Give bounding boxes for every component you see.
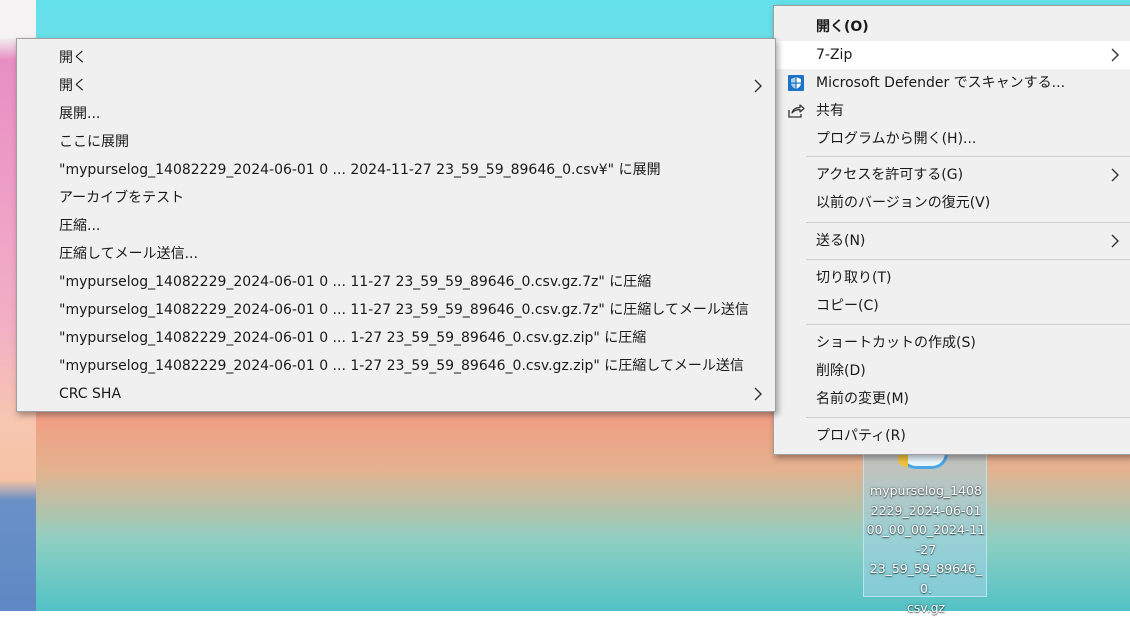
submenu-item-compress-zip-email[interactable]: "mypurselog_14082229_2024-06-01 0 ... 1-…	[17, 352, 775, 380]
menu-item-label: ショートカットの作成(S)	[816, 335, 976, 351]
file-label-line: 00_00_00_2024-11	[866, 522, 986, 537]
7zip-submenu: 開く 開く 展開... ここに展開 "mypurselog_14082229_2…	[16, 38, 776, 412]
menu-item-label: 切り取り(T)	[816, 270, 892, 286]
menu-item-label: "mypurselog_14082229_2024-06-01 0 ... 1-…	[59, 358, 744, 374]
menu-separator	[806, 417, 1130, 418]
chevron-right-icon	[751, 72, 765, 100]
menu-item-label: Microsoft Defender でスキャンする...	[816, 75, 1066, 91]
menu-item-7zip[interactable]: 7-Zip	[774, 41, 1130, 69]
archive-file-icon-accent	[898, 455, 908, 467]
menu-item-open[interactable]: 開く(O)	[774, 13, 1130, 41]
menu-item-label: 共有	[816, 103, 844, 119]
menu-item-properties[interactable]: プロパティ(R)	[774, 422, 1130, 450]
menu-item-label: 送る(N)	[816, 233, 866, 249]
menu-item-label: "mypurselog_14082229_2024-06-01 0 ... 11…	[59, 302, 749, 318]
menu-item-defender-scan[interactable]: Microsoft Defender でスキャンする...	[774, 69, 1130, 97]
submenu-item-compress-zip[interactable]: "mypurselog_14082229_2024-06-01 0 ... 1-…	[17, 324, 775, 352]
menu-item-label: 開く(O)	[816, 19, 869, 35]
chevron-right-icon	[1108, 161, 1122, 189]
menu-item-label: 展開...	[59, 106, 101, 122]
submenu-item-open[interactable]: 開く	[17, 44, 775, 72]
menu-separator	[806, 222, 1130, 223]
menu-item-label: 7-Zip	[816, 47, 853, 63]
menu-item-copy[interactable]: コピー(C)	[774, 292, 1130, 320]
menu-item-create-shortcut[interactable]: ショートカットの作成(S)	[774, 329, 1130, 357]
submenu-item-open-sub[interactable]: 開く	[17, 72, 775, 100]
menu-item-label: コピー(C)	[816, 298, 879, 314]
menu-item-label: "mypurselog_14082229_2024-06-01 0 ... 1-…	[59, 330, 647, 346]
context-menu: 開く(O) 7-Zip Microsoft Defender でスキャンする..…	[773, 5, 1130, 455]
share-icon	[787, 102, 805, 120]
submenu-item-crc-sha[interactable]: CRC SHA	[17, 380, 775, 408]
menu-item-label: 開く	[59, 78, 87, 94]
menu-item-share[interactable]: 共有	[774, 97, 1130, 125]
menu-item-label: "mypurselog_14082229_2024-06-01 0 ... 20…	[59, 162, 661, 178]
menu-separator	[806, 324, 1130, 325]
menu-separator	[806, 259, 1130, 260]
menu-item-cut[interactable]: 切り取り(T)	[774, 264, 1130, 292]
submenu-item-compress[interactable]: 圧縮...	[17, 212, 775, 240]
shield-icon	[787, 74, 805, 92]
menu-item-label: プロパティ(R)	[816, 428, 906, 444]
menu-item-restore-previous[interactable]: 以前のバージョンの復元(V)	[774, 189, 1130, 217]
submenu-item-extract[interactable]: 展開...	[17, 100, 775, 128]
submenu-item-extract-here[interactable]: ここに展開	[17, 128, 775, 156]
menu-item-label: 圧縮してメール送信...	[59, 246, 198, 262]
desktop-file-icon[interactable]: mypurselog_1408 2229_2024-06-01 00_00_00…	[863, 452, 987, 615]
menu-item-label: プログラムから開く(H)...	[816, 131, 977, 147]
chevron-right-icon	[1108, 227, 1122, 255]
menu-item-label: 以前のバージョンの復元(V)	[816, 195, 991, 211]
menu-item-label: 名前の変更(M)	[816, 391, 910, 407]
menu-item-open-with[interactable]: プログラムから開く(H)...	[774, 125, 1130, 153]
menu-item-label: アクセスを許可する(G)	[816, 167, 964, 183]
desktop-file-label: mypurselog_1408 2229_2024-06-01 00_00_00…	[864, 481, 988, 618]
menu-item-delete[interactable]: 削除(D)	[774, 357, 1130, 385]
menu-item-label: "mypurselog_14082229_2024-06-01 0 ... 11…	[59, 274, 652, 290]
chevron-right-icon	[1108, 41, 1122, 69]
submenu-item-extract-to-folder[interactable]: "mypurselog_14082229_2024-06-01 0 ... 20…	[17, 156, 775, 184]
file-label-line: mypurselog_1408	[870, 483, 982, 498]
menu-item-label: CRC SHA	[59, 386, 122, 402]
file-label-line: 23_59_59_89646_0.	[869, 561, 983, 596]
menu-item-send-to[interactable]: 送る(N)	[774, 227, 1130, 255]
submenu-item-compress-email[interactable]: 圧縮してメール送信...	[17, 240, 775, 268]
chevron-right-icon	[751, 380, 765, 408]
menu-separator	[806, 156, 1130, 157]
menu-item-give-access[interactable]: アクセスを許可する(G)	[774, 161, 1130, 189]
menu-item-rename[interactable]: 名前の変更(M)	[774, 385, 1130, 413]
submenu-item-compress-7z[interactable]: "mypurselog_14082229_2024-06-01 0 ... 11…	[17, 268, 775, 296]
menu-item-label: アーカイブをテスト	[59, 190, 185, 206]
menu-item-label: 圧縮...	[59, 218, 101, 234]
submenu-item-compress-7z-email[interactable]: "mypurselog_14082229_2024-06-01 0 ... 11…	[17, 296, 775, 324]
menu-item-label: 削除(D)	[816, 363, 866, 379]
left-window-titlebar	[0, 0, 36, 38]
file-label-line: -27	[915, 541, 937, 557]
submenu-item-test-archive[interactable]: アーカイブをテスト	[17, 184, 775, 212]
file-label-line: 2229_2024-06-01	[870, 502, 982, 518]
file-label-line: csv.gz	[906, 600, 946, 615]
menu-item-label: ここに展開	[59, 134, 129, 150]
menu-item-label: 開く	[59, 50, 87, 66]
